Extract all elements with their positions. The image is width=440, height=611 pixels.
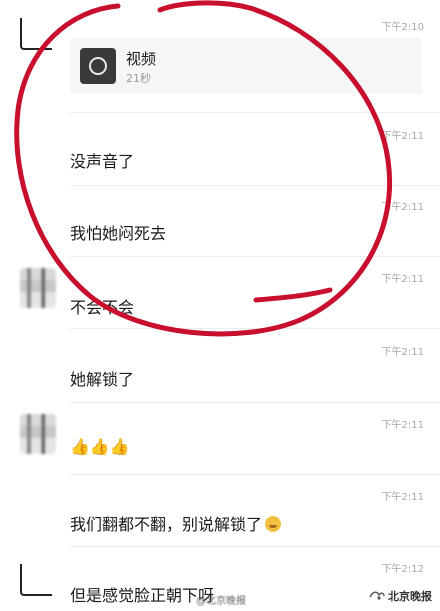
avatar-corner — [20, 564, 52, 596]
watermark-left: @北京晚报 — [196, 596, 246, 607]
divider — [70, 112, 440, 113]
video-camera-icon — [89, 57, 107, 75]
timestamp: 下午2:11 — [381, 347, 424, 358]
divider — [70, 402, 440, 403]
timestamp: 下午2:11 — [381, 492, 424, 503]
video-thumbnail[interactable] — [80, 48, 116, 84]
chat-message[interactable]: 不会不会 — [70, 294, 134, 318]
chat-message[interactable]: 我怕她闷死去 — [70, 220, 166, 244]
chat-message[interactable]: 但是感觉脸正朝下呀 — [70, 582, 214, 606]
divider — [70, 328, 440, 329]
chat-message[interactable]: 我们翻都不翻，别说解锁了 — [70, 511, 282, 535]
avatar-corner — [20, 18, 52, 50]
timestamp: 下午2:11 — [381, 202, 424, 213]
chat-message[interactable]: 👍👍👍 — [70, 437, 130, 456]
chat-message[interactable]: 她解锁了 — [70, 366, 134, 390]
watermark-right: 北京晚报 — [388, 590, 432, 603]
chat-message[interactable]: 没声音了 — [70, 148, 134, 172]
video-duration: 21秒 — [126, 72, 151, 85]
avatar[interactable] — [20, 268, 56, 308]
avatar[interactable] — [20, 414, 56, 454]
timestamp: 下午2:10 — [381, 22, 424, 33]
video-title: 视频 — [126, 50, 157, 68]
divider — [70, 185, 440, 186]
laughing-face-icon — [265, 516, 282, 532]
newspaper-logo-icon — [369, 591, 385, 600]
chat-message-text: 我们翻都不翻，别说解锁了 — [70, 515, 263, 534]
timestamp: 下午2:12 — [381, 564, 424, 575]
timestamp: 下午2:11 — [381, 420, 424, 431]
timestamp: 下午2:11 — [381, 274, 424, 285]
timestamp: 下午2:11 — [381, 131, 424, 142]
video-message[interactable]: 视频 21秒 — [70, 38, 422, 94]
divider — [70, 474, 440, 475]
divider — [70, 256, 440, 257]
divider — [70, 546, 440, 547]
